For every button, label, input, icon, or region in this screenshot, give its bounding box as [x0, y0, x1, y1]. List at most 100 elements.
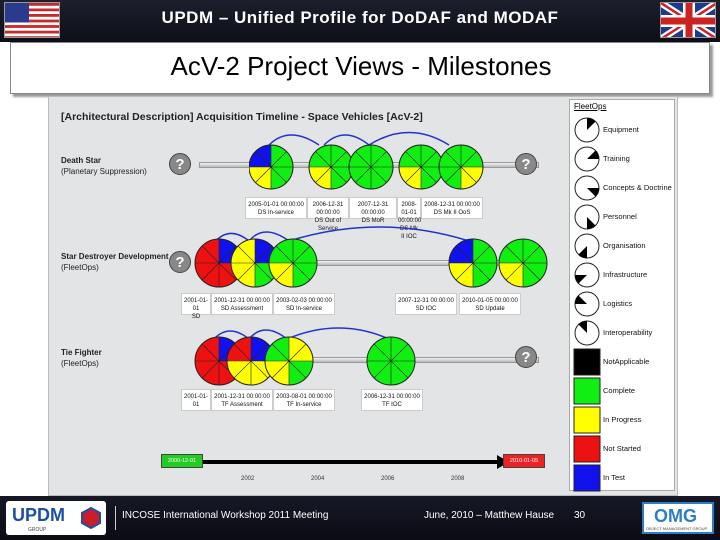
footer-divider: [115, 506, 116, 530]
row-name: Death Star: [61, 156, 102, 165]
footer-event: INCOSE International Workshop 2011 Meeti…: [122, 510, 329, 521]
milestone-label: 2001-01-01: [181, 389, 211, 411]
milestone-name: SD Assessment: [220, 306, 264, 312]
timeline-tick: 2006: [381, 476, 395, 482]
updm-logo-text: UPDM: [12, 505, 65, 525]
omg-logo-sub: OBJECT MANAGEMENT GROUP: [646, 526, 708, 531]
header-bar: UPDM – Unified Profile for DoDAF and MOD…: [0, 0, 720, 42]
milestone-name: DS In-service: [257, 210, 294, 216]
milestone-label: 2001-12-31 00:00:00 TF Assessment: [211, 389, 273, 411]
legend-swatch: [573, 464, 601, 492]
interoperability-segment-icon: [573, 319, 601, 347]
milestone-date: 2001-12-31 00:00:00: [214, 298, 270, 304]
milestone-label: 2008-01-01 00:00:00 DS Mk II IOC: [397, 197, 421, 240]
acquisition-timeline-diagram: [Architectural Description] Acquisition …: [48, 96, 678, 496]
death-star-milestones: [249, 131, 484, 190]
slide-title-box: AcV-2 Project Views - Milestones: [10, 42, 710, 94]
row-sub: (FleetOps): [61, 359, 99, 368]
tie-fighter-milestones: [194, 327, 416, 386]
milestone-label: 2010-01-05 00:00:00 SD Update: [459, 293, 521, 315]
milestone-date: 2005-01-01 00:00:00: [248, 202, 304, 208]
milestone-date: 2007-12-31 00:00:00: [357, 202, 389, 216]
legend-label: NotApplicable: [603, 357, 650, 366]
uk-flag-icon: [660, 2, 716, 38]
timeline-tick: 2008: [451, 476, 465, 482]
legend-label: Infrastructure: [603, 270, 648, 279]
milestone-name: SD Update: [475, 306, 505, 312]
unknown-status-icon: ?: [169, 251, 191, 273]
row-name: Star Destroyer Development: [61, 252, 169, 261]
milestone-name: SD IOC: [415, 306, 437, 312]
milestone-date: 2006-12-31 00:00:00: [312, 202, 344, 216]
training-segment-icon: [573, 145, 601, 173]
row-label-death-star: Death Star (Planetary Suppression): [61, 155, 147, 177]
legend-swatch: [573, 377, 601, 405]
updm-logo-sub: GROUP: [28, 527, 47, 533]
milestone-label: 2007-12-31 00:00:00 DS MoR: [349, 197, 397, 224]
milestone-date: 2001-12-31 00:00:00: [214, 394, 270, 400]
milestone-label: 2007-12-31 00:00:00 SD IOC: [395, 293, 457, 315]
legend-swatch: [573, 435, 601, 463]
row-label-tie-fighter: Tie Fighter (FleetOps): [61, 347, 102, 369]
personnel-segment-icon: [573, 203, 601, 231]
legend-panel: FleetOps Equipment Training Concepts & Doc…: [569, 99, 675, 492]
milestone-label: 2006-12-31 00:00:00 DS Out of Service: [307, 197, 349, 232]
slide-title: AcV-2 Project Views - Milestones: [170, 51, 552, 81]
legend-label: In Progress: [603, 415, 642, 424]
timeline-tick: 2002: [241, 476, 255, 482]
legend-item: In Test: [570, 460, 676, 498]
legend-label: Equipment: [603, 125, 639, 134]
milestone-label: 2003-02-03 00:00:00 SD In-service: [273, 293, 335, 315]
legend-title: FleetOps: [574, 102, 607, 111]
omg-logo-text: OMG: [654, 506, 697, 526]
milestone-date: 2001-01-01: [183, 394, 209, 408]
footer-author: June, 2010 – Matthew Hause: [424, 510, 555, 521]
unknown-status-icon: ?: [515, 346, 537, 368]
row-sub: (FleetOps): [61, 263, 99, 272]
infrastructure-segment-icon: [573, 261, 601, 289]
milestone-date: 2003-08-01 00:00:00: [276, 394, 332, 400]
milestone-date: 2006-12-31 00:00:00: [364, 394, 420, 400]
row-name: Tie Fighter: [61, 348, 102, 357]
milestone-label: 2003-08-01 00:00:00 TF In-service: [273, 389, 335, 411]
updm-hexagon-icon: [81, 507, 101, 529]
milestone-name: DS Mk II OoS: [433, 210, 471, 216]
unknown-status-icon: ?: [169, 153, 191, 175]
legend-label: Complete: [603, 386, 636, 395]
page-number: 30: [574, 510, 586, 521]
milestone-date: 2010-01-05 00:00:00: [462, 298, 518, 304]
star-destroyer-milestones: [194, 226, 548, 288]
milestone-name: SD In-service: [285, 306, 322, 312]
equipment-segment-icon: [573, 116, 601, 144]
legend-label: Not Started: [603, 444, 641, 453]
legend-label: Organisation: [603, 241, 646, 250]
milestone-date: 2007-12-31 00:00:00: [398, 298, 454, 304]
milestone-name: TF IOC: [382, 402, 402, 408]
legend-label: Training: [603, 154, 630, 163]
row-sub: (Planetary Suppression): [61, 167, 147, 176]
timeline-end-marker: 2010-01-05: [503, 454, 545, 468]
timeline-tick: 2004: [311, 476, 325, 482]
legend-label: Logistics: [603, 299, 633, 308]
legend-swatch: [573, 406, 601, 434]
milestone-label: 2001-01-01 SD: [181, 293, 211, 320]
updm-logo: UPDM GROUP: [6, 501, 106, 535]
row-label-star-destroyer: Star Destroyer Development (FleetOps): [61, 251, 169, 273]
milestone-date: 2008-12-31 00:00:00: [424, 202, 480, 208]
logistics-segment-icon: [573, 290, 601, 318]
legend-label: Interoperability: [603, 328, 653, 337]
diagram-title: [Architectural Description] Acquisition …: [61, 111, 423, 123]
organisation-segment-icon: [573, 232, 601, 260]
milestone-label: 2006-12-31 00:00:00 TF IOC: [361, 389, 423, 411]
milestone-label: 2001-12-31 00:00:00 SD Assessment: [211, 293, 273, 315]
legend-label: Personnel: [603, 212, 637, 221]
milestone-label: 2008-12-31 00:00:00 DS Mk II OoS: [421, 197, 483, 219]
header-title: UPDM – Unified Profile for DoDAF and MOD…: [161, 8, 559, 27]
legend-swatch: [573, 348, 601, 376]
milestone-name: TF In-service: [286, 402, 322, 408]
milestone-date: 2003-02-03 00:00:00: [276, 298, 332, 304]
milestone-name: TF Assessment: [221, 402, 263, 408]
milestone-label: 2005-01-01 00:00:00 DS In-service: [245, 197, 307, 219]
timeline-start-marker: 2000-12-01: [161, 454, 203, 468]
footer-bar: UPDM GROUP INCOSE International Workshop…: [0, 496, 720, 540]
